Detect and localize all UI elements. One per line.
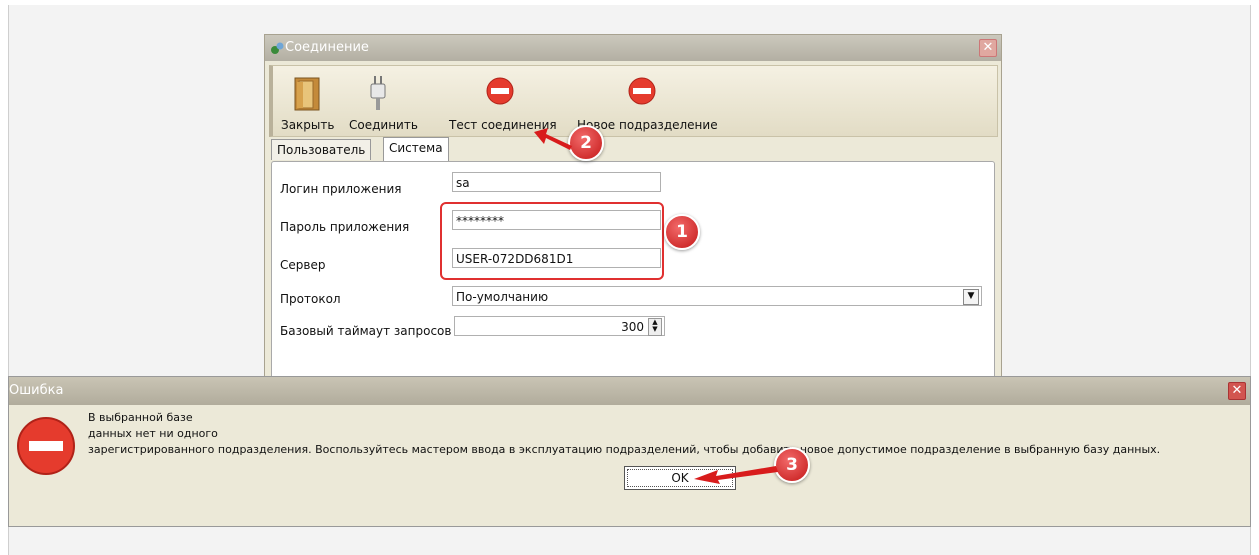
app-login-label: Логин приложения xyxy=(280,182,402,196)
connection-dialog-title: Соединение xyxy=(285,40,369,55)
protocol-select[interactable]: По-умолчанию ▼ xyxy=(452,286,982,306)
tab-user[interactable]: Пользователь xyxy=(271,139,372,160)
annotation-badge-3: 3 xyxy=(774,447,810,483)
timeout-label: Базовый таймаут запросов xyxy=(280,324,452,338)
error-dialog-title: Ошибка xyxy=(9,383,64,398)
connect-button-label: Соединить xyxy=(349,118,418,132)
app-login-field[interactable]: sa xyxy=(452,172,661,192)
annotation-badge-1: 1 xyxy=(664,214,700,250)
plug-icon xyxy=(370,76,386,110)
arrow-icon xyxy=(534,128,572,150)
timeout-stepper[interactable]: 300 ▲ ▼ xyxy=(454,316,665,336)
error-icon xyxy=(17,417,75,475)
highlight-box xyxy=(440,202,664,280)
protocol-label: Протокол xyxy=(280,292,341,306)
server-label: Сервер xyxy=(280,258,326,272)
error-dialog-titlebar[interactable]: Ошибка ✕ xyxy=(9,377,1250,405)
app-icon xyxy=(271,42,284,54)
protocol-select-value: По-умолчанию xyxy=(456,290,549,304)
connect-button[interactable]: Соединить xyxy=(345,66,418,136)
tab-system[interactable]: Система xyxy=(383,137,449,162)
close-icon[interactable]: ✕ xyxy=(1228,382,1246,400)
app-password-label: Пароль приложения xyxy=(280,220,410,234)
error-message-line-3: зарегистрированного подразделения. Воспо… xyxy=(88,443,1161,456)
error-message-line-1: В выбранной базе xyxy=(88,411,193,424)
close-button[interactable]: Закрыть xyxy=(279,66,335,136)
stop-icon xyxy=(486,77,514,105)
connection-dialog-titlebar[interactable]: Соединение ✕ xyxy=(265,35,1001,61)
error-message-line-2: данных нет ни одного xyxy=(88,427,218,440)
close-button-label: Закрыть xyxy=(281,118,335,132)
close-icon[interactable]: ✕ xyxy=(979,39,997,57)
spin-arrows-icon[interactable]: ▲ ▼ xyxy=(648,318,662,336)
arrow-icon xyxy=(694,466,778,484)
toolbar: Закрыть Соединить Тест соединения Новое … xyxy=(269,65,998,137)
chevron-down-icon[interactable]: ▼ xyxy=(963,289,979,305)
door-icon xyxy=(294,77,320,111)
stop-icon xyxy=(628,77,656,105)
timeout-value: 300 xyxy=(621,320,644,334)
